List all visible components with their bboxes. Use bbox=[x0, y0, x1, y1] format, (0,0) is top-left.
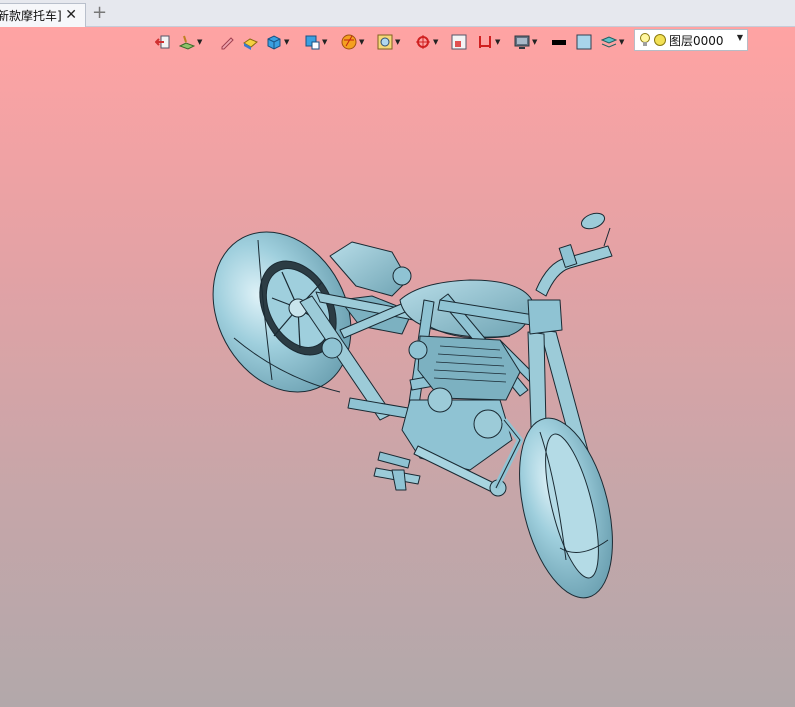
motorcycle-model[interactable] bbox=[0, 0, 795, 707]
